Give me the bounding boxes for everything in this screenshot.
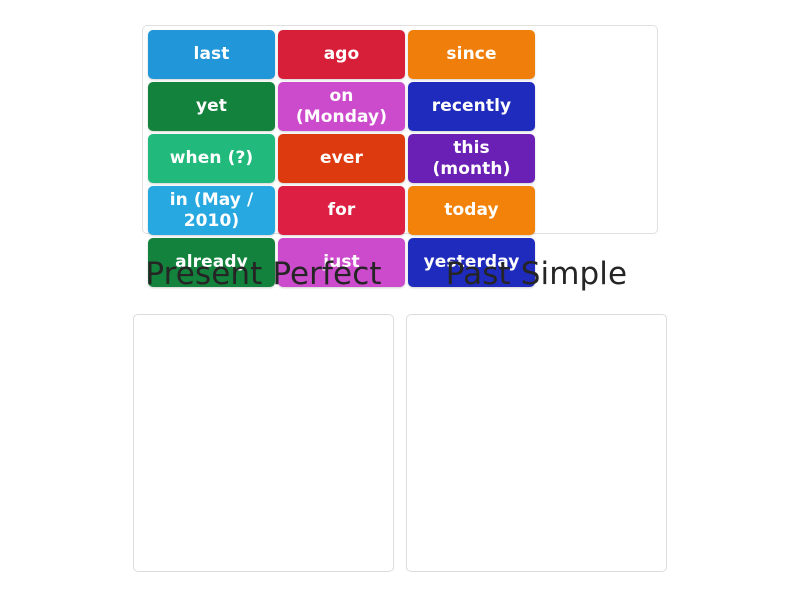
- group-sort-activity: last ago since yet on (Monday) recently when (…: [0, 0, 800, 600]
- word-tile-label: yet: [195, 96, 228, 116]
- dropzone-present-perfect[interactable]: [133, 314, 394, 572]
- word-tile-label: in (May / 2010): [169, 189, 254, 231]
- category-heading-past-simple: Past Simple: [445, 256, 628, 292]
- word-tile[interactable]: ever: [278, 134, 405, 183]
- word-tile[interactable]: last: [148, 30, 275, 79]
- word-tile-label: this (month): [432, 137, 511, 179]
- word-tile-label: ago: [323, 44, 360, 64]
- word-tile[interactable]: in (May / 2010): [148, 186, 275, 235]
- word-tile[interactable]: today: [408, 186, 535, 235]
- word-tile-label: last: [193, 44, 230, 64]
- word-tile-label: ever: [320, 148, 363, 168]
- word-tile[interactable]: for: [278, 186, 405, 235]
- word-tile[interactable]: yet: [148, 82, 275, 131]
- word-tile-label: when (?): [169, 148, 254, 168]
- word-tile[interactable]: when (?): [148, 134, 275, 183]
- word-tile[interactable]: since: [408, 30, 535, 79]
- word-tile[interactable]: recently: [408, 82, 535, 131]
- word-bank-grid: last ago since yet on (Monday) recently when (…: [146, 29, 654, 287]
- word-tile-label: recently: [431, 96, 512, 116]
- word-tile-label: today: [444, 200, 499, 220]
- dropzone-past-simple[interactable]: [406, 314, 667, 572]
- word-tile[interactable]: this (month): [408, 134, 535, 183]
- category-heading-present-perfect: Present Perfect: [145, 256, 382, 292]
- word-tile-label: for: [327, 200, 356, 220]
- category-headings: Present Perfect Past Simple: [0, 256, 800, 302]
- word-tile-label: since: [446, 44, 497, 64]
- word-tile-label: on (Monday): [295, 85, 388, 127]
- word-tile[interactable]: on (Monday): [278, 82, 405, 131]
- word-tile[interactable]: ago: [278, 30, 405, 79]
- word-bank-panel: last ago since yet on (Monday) recently when (…: [142, 25, 658, 287]
